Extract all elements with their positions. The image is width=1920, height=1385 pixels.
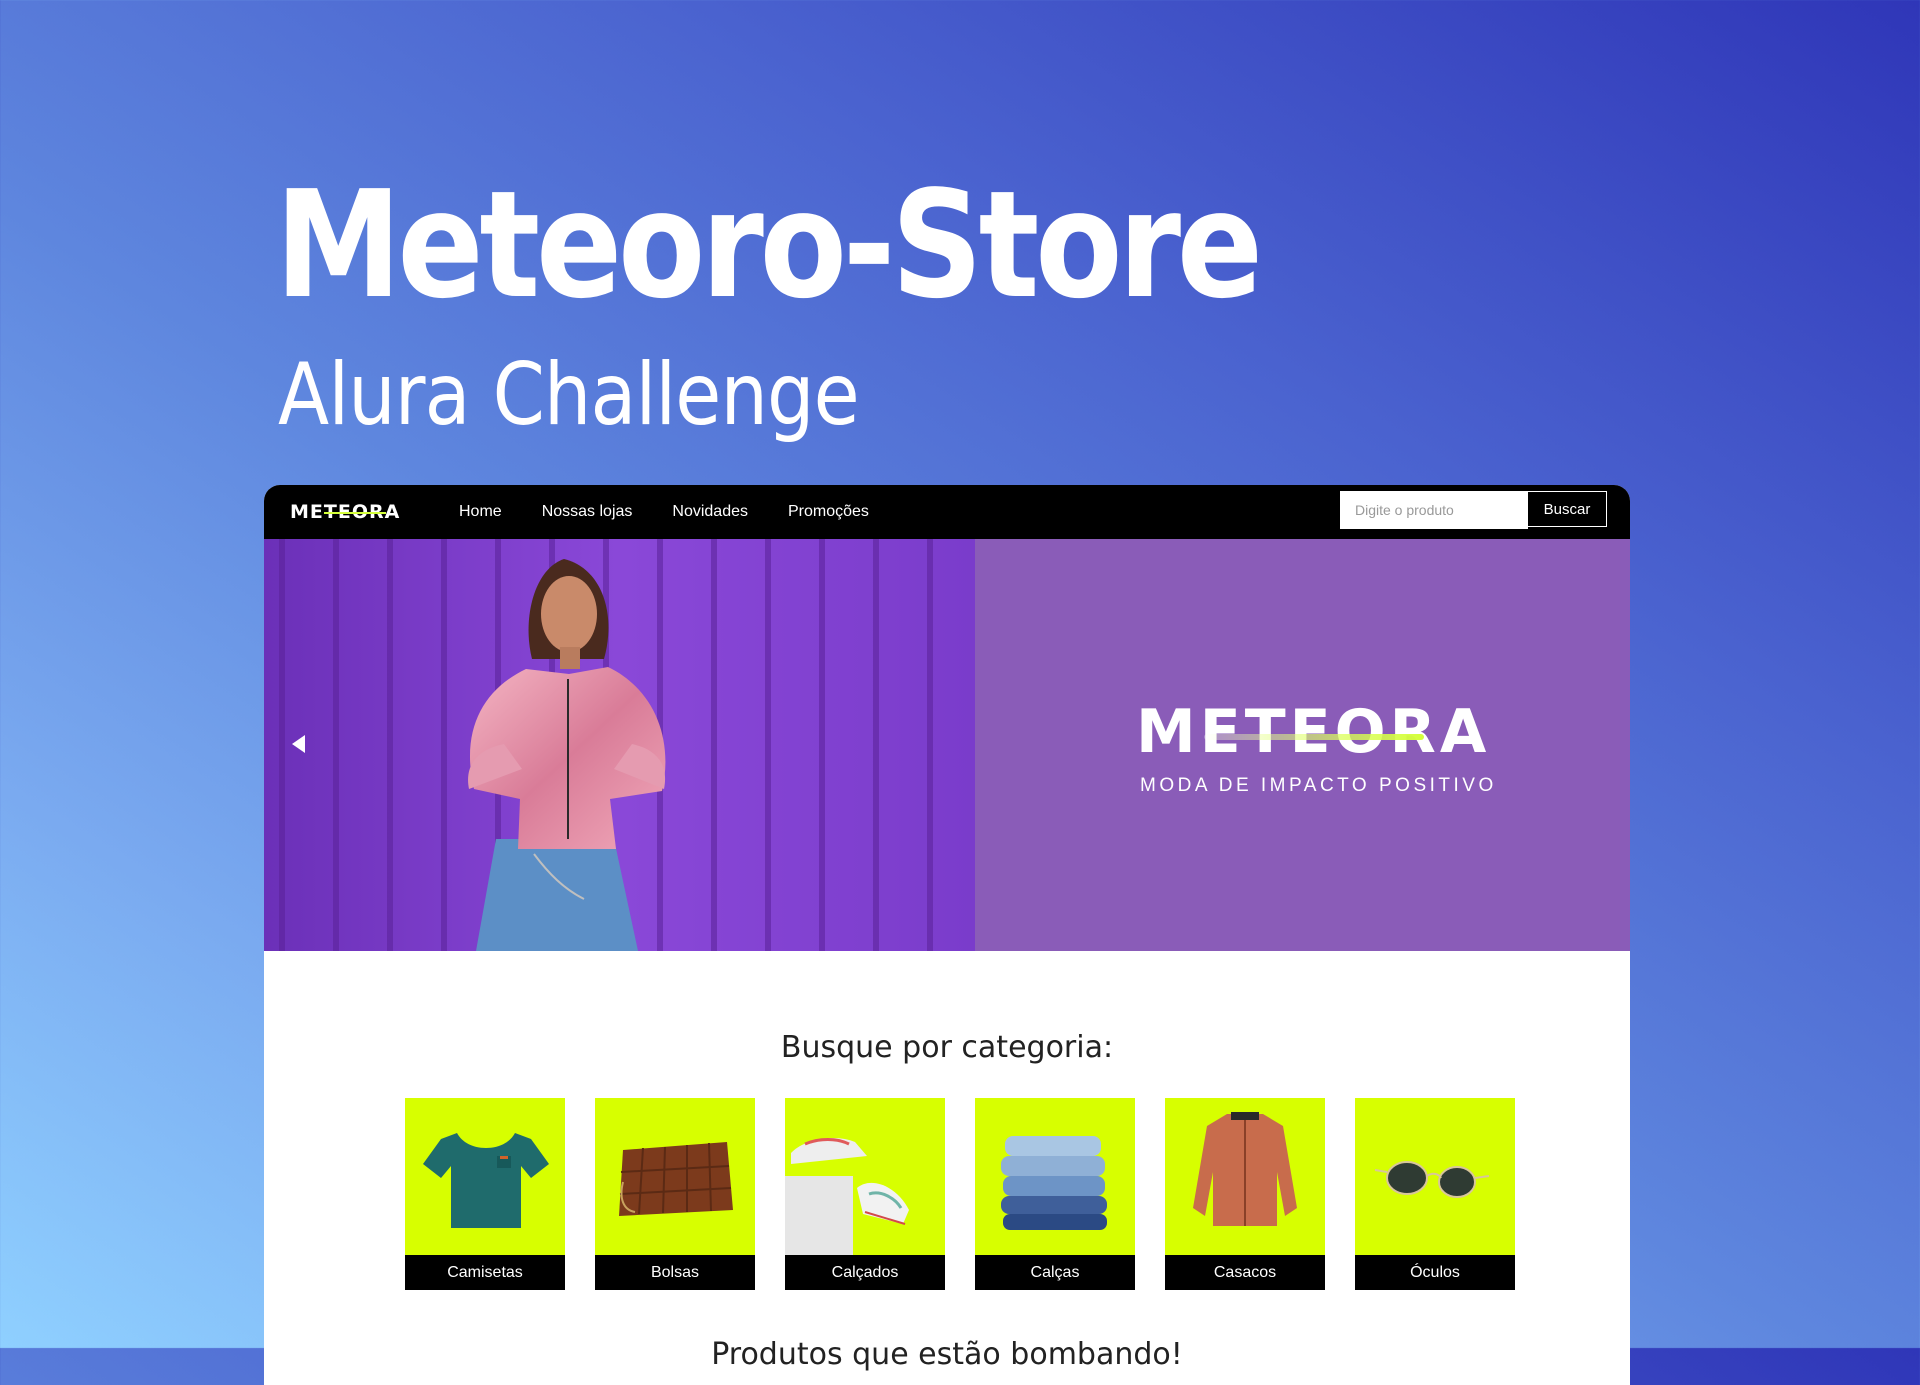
sunglasses-icon [1374, 1161, 1490, 1198]
nav-link-novidades[interactable]: Novidades [672, 503, 748, 521]
category-label: Calças [975, 1255, 1135, 1290]
category-label: Bolsas [595, 1255, 755, 1290]
category-label: Camisetas [405, 1255, 565, 1290]
navbar: METEORA Home Nossas lojas Novidades Prom… [264, 485, 1630, 539]
jacket-icon [1193, 1112, 1297, 1226]
page-title: Meteoro-Store [275, 159, 1263, 331]
nav-links: Home Nossas lojas Novidades Promoções [459, 485, 909, 539]
nav-link-home[interactable]: Home [459, 503, 502, 521]
search-button[interactable]: Buscar [1527, 491, 1607, 527]
carousel-prev-icon[interactable] [292, 735, 305, 753]
category-card-calcados[interactable]: Calçados [785, 1098, 945, 1290]
hero-brand-text: METEORA [1136, 697, 1491, 767]
site-preview-window: METEORA Home Nossas lojas Novidades Prom… [264, 485, 1630, 1385]
search-input[interactable] [1340, 491, 1528, 529]
category-heading: Busque por categoria: [780, 1030, 1114, 1065]
hero-photo [264, 539, 975, 951]
category-card-oculos[interactable]: Óculos [1355, 1098, 1515, 1290]
nav-logo[interactable]: METEORA [290, 501, 400, 523]
logo-strike [324, 512, 386, 514]
products-heading: Produtos que estão bombando! [711, 1337, 1183, 1372]
sneakers-icon [785, 1137, 909, 1255]
tshirt-icon [423, 1133, 549, 1228]
category-card-bolsas[interactable]: Bolsas [595, 1098, 755, 1290]
category-card-camisetas[interactable]: Camisetas [405, 1098, 565, 1290]
nav-link-promocoes[interactable]: Promoções [788, 503, 869, 521]
category-label: Óculos [1355, 1255, 1515, 1290]
category-label: Casacos [1165, 1255, 1325, 1290]
hero-tagline: MODA DE IMPACTO POSITIVO [1140, 775, 1497, 796]
brand-strike [1204, 734, 1424, 740]
hero-banner: METEORA MODA DE IMPACTO POSITIVO [264, 539, 1630, 951]
category-card-casacos[interactable]: Casacos [1165, 1098, 1325, 1290]
category-list: Camisetas Bolsas Calçados Calças Casacos… [405, 1098, 1545, 1290]
jeans-icon [1001, 1136, 1107, 1230]
model-photo-illustration [264, 539, 975, 951]
hero-brand-logo: METEORA [1136, 697, 1490, 767]
category-card-calcas[interactable]: Calças [975, 1098, 1135, 1290]
nav-link-nossas-lojas[interactable]: Nossas lojas [542, 503, 633, 521]
handbag-icon [619, 1142, 733, 1216]
page-subtitle: Alura Challenge [278, 345, 860, 445]
category-label: Calçados [785, 1255, 945, 1290]
